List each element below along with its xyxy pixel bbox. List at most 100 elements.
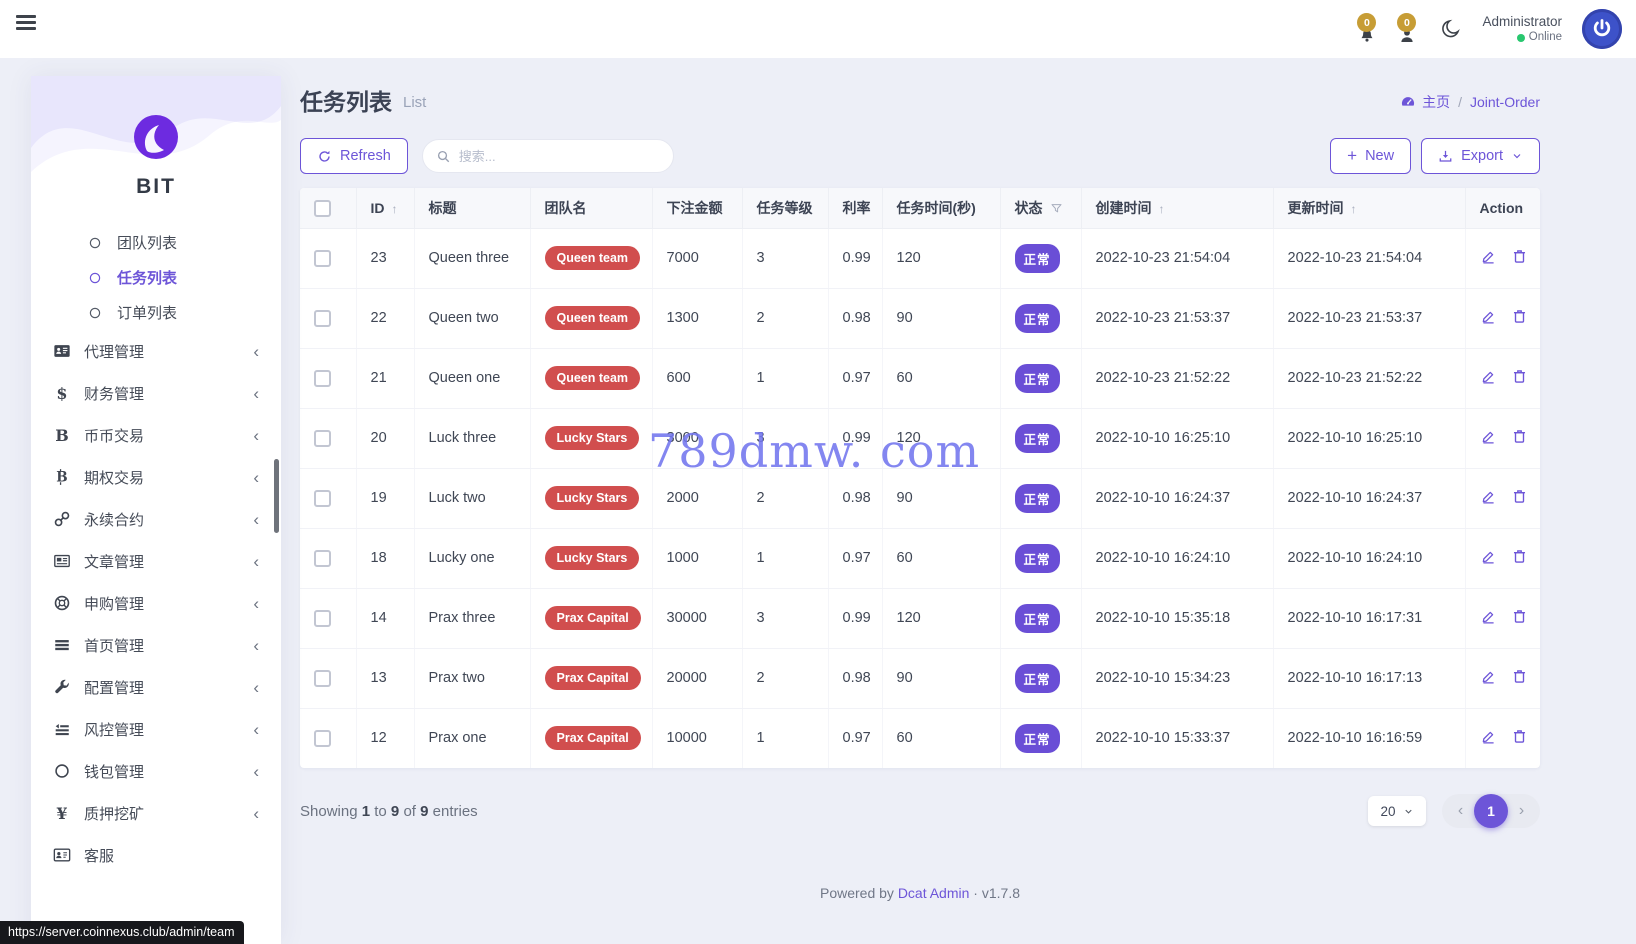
sidebar-item[interactable]: ¥ 质押挖矿 ‹ bbox=[31, 792, 281, 834]
sidebar-item[interactable]: 首页管理 ‹ bbox=[31, 624, 281, 666]
row-checkbox[interactable] bbox=[314, 249, 331, 267]
page-number-button[interactable]: 1 bbox=[1474, 794, 1508, 828]
prev-page-button[interactable]: ‹ bbox=[1447, 802, 1474, 820]
delete-button[interactable] bbox=[1511, 428, 1528, 449]
column-header[interactable]: 更新时间 ↑ bbox=[1273, 188, 1466, 229]
breadcrumb-current[interactable]: Joint-Order bbox=[1470, 94, 1540, 110]
sidebar-item[interactable]: B 币币交易 ‹ bbox=[31, 414, 281, 456]
sidebar-item[interactable]: $ 财务管理 ‹ bbox=[31, 372, 281, 414]
sidebar-item[interactable]: 期权交易 ‹ bbox=[31, 456, 281, 498]
select-all-checkbox[interactable] bbox=[314, 199, 331, 217]
row-checkbox[interactable] bbox=[314, 489, 331, 507]
notification-button[interactable]: 0 bbox=[1354, 13, 1380, 45]
column-header[interactable]: 创建时间 ↑ bbox=[1081, 188, 1274, 229]
delete-button[interactable] bbox=[1511, 668, 1528, 689]
edit-button[interactable] bbox=[1480, 608, 1497, 629]
data-table-card: ID ↑ 标题 团队名 下注金额 任务等级 利率 任务时间(秒) 状态 创建时间 ↑ 更新时间 ↑ Act… bbox=[300, 188, 1540, 768]
edit-button[interactable] bbox=[1480, 548, 1497, 569]
sidebar-item-label: 团队列表 bbox=[117, 235, 178, 252]
table-body: 23 Queen three Queen team 7000 3 0.99 12… bbox=[300, 228, 1540, 768]
cell-updated: 2022-10-10 16:25:10 bbox=[1273, 408, 1466, 469]
row-checkbox[interactable] bbox=[314, 729, 331, 747]
cell-id: 23 bbox=[356, 228, 415, 289]
cell-created: 2022-10-10 15:34:23 bbox=[1081, 648, 1274, 709]
delete-button[interactable] bbox=[1511, 608, 1528, 629]
trash-icon bbox=[1511, 248, 1528, 265]
sidebar-item[interactable]: 团队列表 bbox=[31, 225, 281, 260]
sidebar-item-label: 期权交易 bbox=[84, 469, 145, 487]
sidebar-item[interactable]: 文章管理 ‹ bbox=[31, 540, 281, 582]
filter-icon[interactable] bbox=[1050, 202, 1063, 215]
sidebar-item-label: 订单列表 bbox=[117, 305, 178, 322]
delete-button[interactable] bbox=[1511, 308, 1528, 329]
refresh-button[interactable]: Refresh bbox=[300, 138, 408, 174]
cell-rate: 0.99 bbox=[828, 408, 883, 469]
cell-duration: 60 bbox=[882, 348, 1001, 409]
sidebar-item[interactable]: 申购管理 ‹ bbox=[31, 582, 281, 624]
sidebar-item[interactable]: 永续合约 ‹ bbox=[31, 498, 281, 540]
team-badge: Lucky Stars bbox=[544, 546, 640, 570]
notification-button[interactable]: 0 bbox=[1394, 13, 1420, 45]
status-url-tooltip: https://server.coinnexus.club/admin/team bbox=[0, 921, 244, 944]
next-page-button[interactable]: › bbox=[1508, 802, 1535, 820]
column-header: 下注金额 bbox=[652, 188, 743, 229]
edit-button[interactable] bbox=[1480, 488, 1497, 509]
row-checkbox[interactable] bbox=[314, 369, 331, 387]
column-header[interactable]: ID ↑ bbox=[356, 188, 415, 229]
team-badge: Queen team bbox=[544, 366, 641, 390]
cell-id: 13 bbox=[356, 648, 415, 709]
cell-level: 1 bbox=[742, 348, 829, 409]
cell-duration: 90 bbox=[882, 648, 1001, 709]
delete-button[interactable] bbox=[1511, 548, 1528, 569]
delete-button[interactable] bbox=[1511, 368, 1528, 389]
avatar[interactable] bbox=[1582, 9, 1622, 49]
sort-asc-icon[interactable]: ↑ bbox=[1351, 202, 1357, 216]
dark-mode-toggle-icon[interactable] bbox=[1440, 18, 1462, 40]
edit-button[interactable] bbox=[1480, 248, 1497, 269]
status-badge: 正常 bbox=[1014, 603, 1060, 633]
sort-asc-icon[interactable]: ↑ bbox=[1159, 202, 1165, 216]
column-header[interactable]: 状态 bbox=[1000, 188, 1082, 229]
sidebar-toggle-button[interactable] bbox=[16, 15, 36, 31]
edit-button[interactable] bbox=[1480, 728, 1497, 749]
sidebar-item[interactable]: 配置管理 ‹ bbox=[31, 666, 281, 708]
column-header: 团队名 bbox=[530, 188, 653, 229]
row-checkbox[interactable] bbox=[314, 309, 331, 327]
delete-button[interactable] bbox=[1511, 248, 1528, 269]
sidebar-item-label: 代理管理 bbox=[84, 343, 145, 361]
row-checkbox[interactable] bbox=[314, 669, 331, 687]
new-button[interactable]: + New bbox=[1330, 138, 1412, 174]
sidebar-item[interactable]: 任务列表 bbox=[31, 260, 281, 295]
export-button[interactable]: Export bbox=[1421, 138, 1540, 174]
sidebar-scrollbar[interactable] bbox=[274, 459, 279, 533]
cell-team: Prax Capital bbox=[530, 708, 653, 768]
sidebar-item[interactable]: 代理管理 ‹ bbox=[31, 330, 281, 372]
sidebar-item-label: 钱包管理 bbox=[84, 763, 145, 781]
breadcrumb-home[interactable]: 主页 bbox=[1422, 92, 1450, 112]
trash-icon bbox=[1511, 548, 1528, 565]
version-label: v1.7.8 bbox=[981, 885, 1020, 901]
edit-button[interactable] bbox=[1480, 368, 1497, 389]
sort-asc-icon[interactable]: ↑ bbox=[392, 202, 398, 216]
dcat-admin-link[interactable]: Dcat Admin bbox=[898, 885, 970, 901]
status-badge: 正常 bbox=[1014, 303, 1060, 333]
search-input[interactable] bbox=[458, 148, 660, 164]
sidebar-item[interactable]: 风控管理 ‹ bbox=[31, 708, 281, 750]
table-row: 23 Queen three Queen team 7000 3 0.99 12… bbox=[300, 228, 1540, 289]
per-page-select[interactable]: 20 bbox=[1368, 796, 1426, 826]
cell-level: 2 bbox=[742, 468, 829, 529]
sidebar-item[interactable]: 客服 bbox=[31, 834, 281, 876]
menu-icon bbox=[53, 468, 71, 486]
edit-button[interactable] bbox=[1480, 668, 1497, 689]
chevron-left-icon: ‹ bbox=[253, 383, 259, 403]
sidebar-item[interactable]: 订单列表 bbox=[31, 295, 281, 330]
edit-button[interactable] bbox=[1480, 308, 1497, 329]
delete-button[interactable] bbox=[1511, 728, 1528, 749]
delete-button[interactable] bbox=[1511, 488, 1528, 509]
row-checkbox[interactable] bbox=[314, 609, 331, 627]
row-checkbox[interactable] bbox=[314, 549, 331, 567]
edit-button[interactable] bbox=[1480, 428, 1497, 449]
sidebar-item[interactable]: 钱包管理 ‹ bbox=[31, 750, 281, 792]
row-checkbox[interactable] bbox=[314, 429, 331, 447]
brand-logo: BIT bbox=[31, 114, 281, 199]
